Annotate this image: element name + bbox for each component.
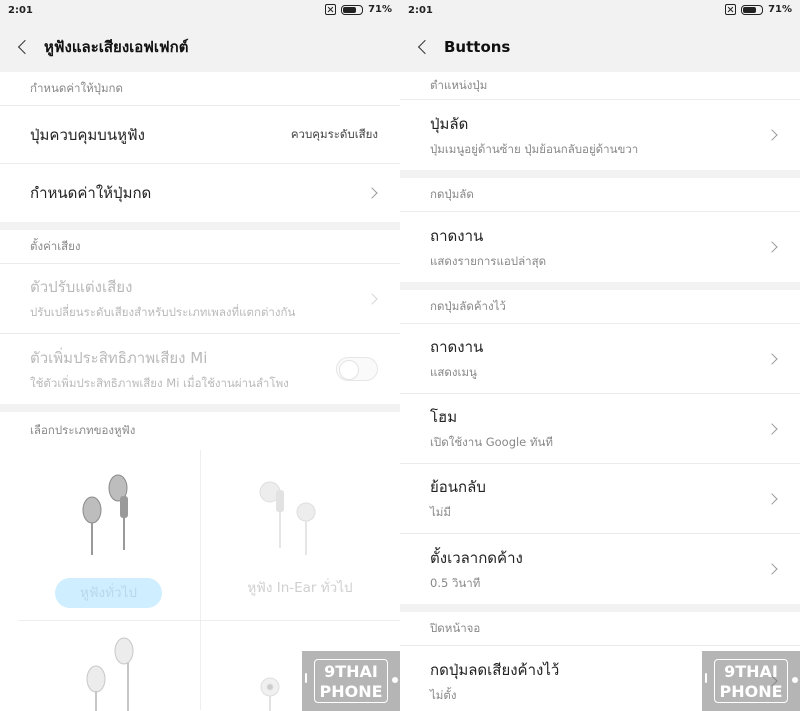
watermark-mark xyxy=(792,677,798,683)
earphone-option-in-ear[interactable]: หูฟัง In-Ear ทั่วไป xyxy=(200,450,400,620)
settings-row[interactable]: ถาดงาน แสดงเมนู xyxy=(400,324,800,394)
section-divider xyxy=(400,282,800,290)
page-title: Buttons xyxy=(444,38,511,56)
row-label: ถาดงาน xyxy=(430,226,484,245)
headset-remote-row[interactable]: ปุ่มควบคุมบนหูฟัง ควบคุมระดับเสียง xyxy=(0,106,400,164)
page-title: หูฟังและเสียงเอฟเฟกต์ xyxy=(44,38,189,56)
battery-percent: 71% xyxy=(768,4,792,15)
watermark-logo: 9THAI PHONE xyxy=(702,651,800,711)
battery-fill xyxy=(743,6,757,13)
section-divider xyxy=(0,222,400,230)
status-bar: 2:01 71% xyxy=(400,0,800,22)
no-sim-icon xyxy=(725,4,737,15)
row-label: ตั้งเวลากดค้าง xyxy=(430,548,523,567)
watermark-mark xyxy=(392,677,398,683)
equalizer-row[interactable]: ตัวปรับแต่งเสียง ปรับเปลี่ยนระดับเสียงสำ… xyxy=(0,264,400,334)
row-label: โฮม xyxy=(430,408,458,426)
row-desc: ไม่มี xyxy=(430,505,451,519)
settings-row[interactable]: ถาดงาน แสดงรายการแอปล่าสุด xyxy=(400,212,800,282)
watermark-text: 9THAI PHONE xyxy=(314,659,388,703)
section-header-button-position: ตำแหน่งปุ่ม xyxy=(400,72,800,100)
watermark-text: 9THAI PHONE xyxy=(714,659,788,703)
assign-buttons-row[interactable]: กำหนดค่าให้ปุ่มกด xyxy=(0,164,400,222)
earbuds-icon xyxy=(82,474,128,555)
section-header-long-press: กดปุ่มลัดค้างไว้ xyxy=(400,290,800,324)
earphone-option-third[interactable] xyxy=(0,621,200,711)
section-header-press-shortcut: กดปุ่มลัด xyxy=(400,178,800,212)
row-desc: แสดงเมนู xyxy=(430,365,477,379)
battery-icon xyxy=(741,4,764,15)
section-header-buttons: กำหนดค่าให้ปุ่มกด xyxy=(0,72,400,106)
watermark-logo: 9THAI PHONE xyxy=(302,651,400,711)
battery-percent: 71% xyxy=(368,4,392,15)
status-time: 2:01 xyxy=(408,5,433,16)
mi-enhancer-toggle[interactable] xyxy=(336,357,378,381)
watermark-line2: PHONE xyxy=(319,682,383,701)
in-ear-earbuds-icon xyxy=(259,481,316,555)
mi-enhancer-row[interactable]: ตัวเพิ่มประสิทธิภาพเสียง Mi ใช้ตัวเพิ่มป… xyxy=(0,334,400,404)
earphones-settings-screen: 2:01 71% หูฟังและเสียงเอฟเฟกต์ กำหนดค่าใ… xyxy=(0,0,400,711)
equalizer-desc: ปรับเปลี่ยนระดับเสียงสำหรับประเภทเพลงที่… xyxy=(30,305,296,319)
section-divider xyxy=(400,604,800,612)
equalizer-label: ตัวปรับแต่งเสียง xyxy=(30,278,133,296)
title-bar: Buttons xyxy=(400,22,800,72)
row-desc: แสดงรายการแอปล่าสุด xyxy=(430,253,547,268)
no-sim-icon xyxy=(325,4,337,15)
back-icon[interactable] xyxy=(400,22,440,72)
section-header-sound: ตั้งค่าเสียง xyxy=(0,230,400,264)
watermark-mark xyxy=(705,673,707,683)
row-label: ย้อนกลับ xyxy=(430,478,486,496)
earphone-option-label: หูฟังทั่วไป xyxy=(55,578,162,608)
row-label: ถาดงาน xyxy=(430,338,484,356)
buttons-settings-screen: 2:01 71% Buttons ตำแหน่งปุ่ม ปุ่มลัด ปุ่… xyxy=(400,0,800,711)
headset-remote-value: ควบคุมระดับเสียง xyxy=(290,126,378,141)
settings-row[interactable]: โฮม เปิดใช้งาน Google ทันที xyxy=(400,394,800,464)
earbuds-icon xyxy=(86,637,134,711)
back-icon[interactable] xyxy=(0,22,40,72)
watermark-mark xyxy=(305,673,307,683)
title-bar: หูฟังและเสียงเอฟเฟกต์ xyxy=(0,22,400,72)
earphone-option-standard[interactable]: หูฟังทั่วไป xyxy=(0,450,200,620)
row-label: ปุ่มลัด xyxy=(430,114,469,133)
section-divider xyxy=(0,404,400,412)
assign-buttons-label: กำหนดค่าให้ปุ่มกด xyxy=(30,184,152,202)
section-divider xyxy=(400,170,800,178)
status-bar: 2:01 71% xyxy=(0,0,400,22)
section-header-earphone-type: เลือกประเภทของหูฟัง xyxy=(30,423,136,437)
watermark-line1: 9THAI xyxy=(324,662,378,681)
settings-row[interactable]: ย้อนกลับ ไม่มี xyxy=(400,464,800,534)
settings-row[interactable]: ปุ่มลัด ปุ่มเมนูอยู่ด้านซ้าย ปุ่มย้อนกลั… xyxy=(400,100,800,170)
battery-fill xyxy=(343,6,357,13)
section-header-screen-off: ปิดหน้าจอ xyxy=(400,612,800,646)
watermark-line1: 9THAI xyxy=(724,662,778,681)
battery-icon xyxy=(341,4,364,15)
row-desc: ปุ่มเมนูอยู่ด้านซ้าย ปุ่มย้อนกลับอยู่ด้า… xyxy=(430,141,639,156)
settings-row[interactable]: ตั้งเวลากดค้าง 0.5 วินาที xyxy=(400,534,800,604)
watermark-line2: PHONE xyxy=(719,682,783,701)
status-time: 2:01 xyxy=(8,5,33,16)
row-desc: เปิดใช้งาน Google ทันที xyxy=(430,435,553,449)
earphone-option-label: หูฟัง In-Ear ทั่วไป xyxy=(247,580,353,596)
row-desc: 0.5 วินาที xyxy=(430,575,481,590)
